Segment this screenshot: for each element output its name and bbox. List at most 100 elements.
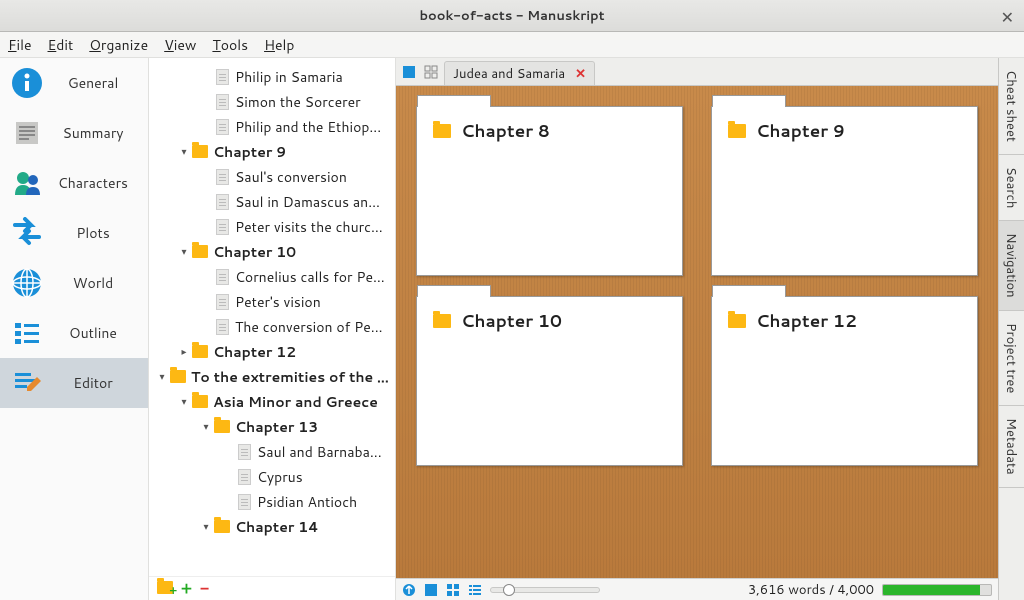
leftnav-outline[interactable]: Outline	[0, 308, 148, 358]
expand-icon[interactable]: ▾	[155, 370, 169, 384]
corkboard[interactable]: Chapter 8 Chapter 9 Chapter 10Chapter 12	[396, 86, 998, 578]
add-folder-button[interactable]: +	[157, 579, 173, 599]
expand-icon[interactable]: ▾	[199, 520, 213, 534]
tree-label: Chapter 14	[235, 517, 319, 537]
leftnav-label: Outline	[58, 323, 148, 343]
expand-icon[interactable]: ▾	[177, 245, 191, 259]
menu-organize[interactable]: Organize	[89, 35, 148, 55]
tab-close-button[interactable]: ✕	[575, 65, 586, 83]
document-icon	[213, 269, 231, 285]
tree-doc[interactable]: The conversion of Pe...	[149, 314, 395, 339]
view-mode-cork-icon[interactable]	[446, 583, 460, 597]
rtab-search[interactable]: Search	[999, 155, 1024, 221]
leftnav-label: General	[58, 73, 148, 93]
tree-folder[interactable]: ▾ Chapter 14	[149, 514, 395, 539]
index-card[interactable]: Chapter 8	[416, 106, 683, 276]
tree-doc[interactable]: Simon the Sorcerer	[149, 89, 395, 114]
editor-tab[interactable]: Judea and Samaria ✕	[444, 61, 595, 85]
menu-help[interactable]: Help	[264, 35, 294, 55]
tree-label: Cornelius calls for Pe...	[235, 267, 385, 287]
rtab-metadata[interactable]: Metadata	[999, 406, 1024, 488]
folder-icon	[433, 124, 451, 138]
tree-label: Chapter 10	[213, 242, 296, 262]
expand-icon[interactable]: ▾	[199, 420, 213, 434]
card-title: Chapter 9	[756, 119, 845, 143]
tab-bar: Judea and Samaria ✕	[396, 58, 998, 86]
remove-button[interactable]: −	[200, 577, 209, 600]
menu-view[interactable]: View	[164, 35, 196, 55]
tree-footer: + + −	[149, 576, 395, 600]
tree-doc[interactable]: Psidian Antioch	[149, 489, 395, 514]
leftnav-label: Summary	[58, 123, 148, 143]
left-nav: General Summary Characters Plots World	[0, 58, 148, 600]
menu-edit[interactable]: Edit	[48, 35, 74, 55]
leftnav-plots[interactable]: Plots	[0, 208, 148, 258]
tree-folder[interactable]: ▾ To the extremities of the ...	[149, 364, 395, 389]
tree-pane: Philip in Samaria Simon the Sorcerer Phili…	[148, 58, 396, 600]
rtab-navigation[interactable]: Navigation	[999, 221, 1024, 311]
leftnav-world[interactable]: World	[0, 258, 148, 308]
card-title: Chapter 8	[461, 119, 550, 143]
leftnav-editor[interactable]: Editor	[0, 358, 148, 408]
index-card[interactable]: Chapter 9	[711, 106, 978, 276]
expand-icon[interactable]: ▾	[177, 145, 191, 159]
right-bar: Cheat sheet Search Navigation Project tr…	[998, 58, 1024, 600]
tree-doc[interactable]: Cyprus	[149, 464, 395, 489]
document-icon	[213, 319, 231, 335]
close-button[interactable]: ✕	[1001, 6, 1014, 29]
menu-file[interactable]: File	[8, 35, 32, 55]
tree-label: Chapter 13	[235, 417, 318, 437]
tree-folder[interactable]: ▾ Chapter 9	[149, 139, 395, 164]
rtab-cheat-sheet[interactable]: Cheat sheet	[999, 58, 1024, 155]
document-icon	[213, 119, 231, 135]
status-bar: 3,616 words / 4,000	[396, 578, 998, 600]
tree-doc[interactable]: Cornelius calls for Pe...	[149, 264, 395, 289]
tree-doc[interactable]: Saul in Damascus an...	[149, 189, 395, 214]
rtab-project-tree[interactable]: Project tree	[999, 311, 1024, 406]
editor-icon	[10, 366, 44, 400]
tree-label: To the extremities of the ...	[191, 367, 389, 387]
tree-label: Philip and the Ethiop...	[235, 117, 381, 137]
view-grid-icon[interactable]	[422, 63, 440, 81]
tree-label: Chapter 9	[213, 142, 286, 162]
tree-doc[interactable]: Peter's vision	[149, 289, 395, 314]
tree-folder[interactable]: ▾ Chapter 10	[149, 239, 395, 264]
index-card[interactable]: Chapter 12	[711, 296, 978, 466]
tree-doc[interactable]: Peter visits the churc...	[149, 214, 395, 239]
tree-label: Saul and Barnaba...	[257, 442, 382, 462]
expand-icon[interactable]: ▾	[177, 395, 191, 409]
zoom-slider[interactable]	[490, 587, 600, 593]
tree-folder[interactable]: ▾ Chapter 13	[149, 414, 395, 439]
summary-icon	[10, 116, 44, 150]
tree-doc[interactable]: Saul's conversion	[149, 164, 395, 189]
back-icon[interactable]	[402, 583, 416, 597]
tree-folder[interactable]: ▸Chapter 12	[149, 339, 395, 364]
view-mode-single-icon[interactable]	[424, 583, 438, 597]
index-card[interactable]: Chapter 10	[416, 296, 683, 466]
main-pane: Judea and Samaria ✕ Chapter 8Chapter 9Ch…	[396, 58, 998, 600]
leftnav-characters[interactable]: Characters	[0, 158, 148, 208]
tree-doc[interactable]: Philip in Samaria	[149, 64, 395, 89]
tree-label: Simon the Sorcerer	[235, 92, 361, 112]
folder-icon	[728, 124, 746, 138]
document-icon	[213, 294, 231, 310]
leftnav-label: World	[58, 273, 148, 293]
menu-bar: File Edit Organize View Tools Help	[0, 32, 1024, 58]
tree-folder[interactable]: ▾Asia Minor and Greece	[149, 389, 395, 414]
folder-icon	[191, 395, 209, 408]
folder-icon	[213, 520, 231, 533]
leftnav-general[interactable]: General	[0, 58, 148, 108]
tree-doc[interactable]: Philip and the Ethiop...	[149, 114, 395, 139]
leftnav-summary[interactable]: Summary	[0, 108, 148, 158]
menu-tools[interactable]: Tools	[212, 35, 248, 55]
tree-label: Philip in Samaria	[235, 67, 343, 87]
document-icon	[213, 219, 231, 235]
tree-body[interactable]: Philip in Samaria Simon the Sorcerer Phili…	[149, 58, 395, 576]
view-single-icon[interactable]	[400, 63, 418, 81]
add-doc-button[interactable]: +	[181, 577, 192, 600]
progress-bar	[882, 584, 992, 596]
tree-label: Peter's vision	[235, 292, 321, 312]
view-mode-outline-icon[interactable]	[468, 583, 482, 597]
expand-icon[interactable]: ▸	[177, 345, 191, 359]
tree-doc[interactable]: Saul and Barnaba...	[149, 439, 395, 464]
